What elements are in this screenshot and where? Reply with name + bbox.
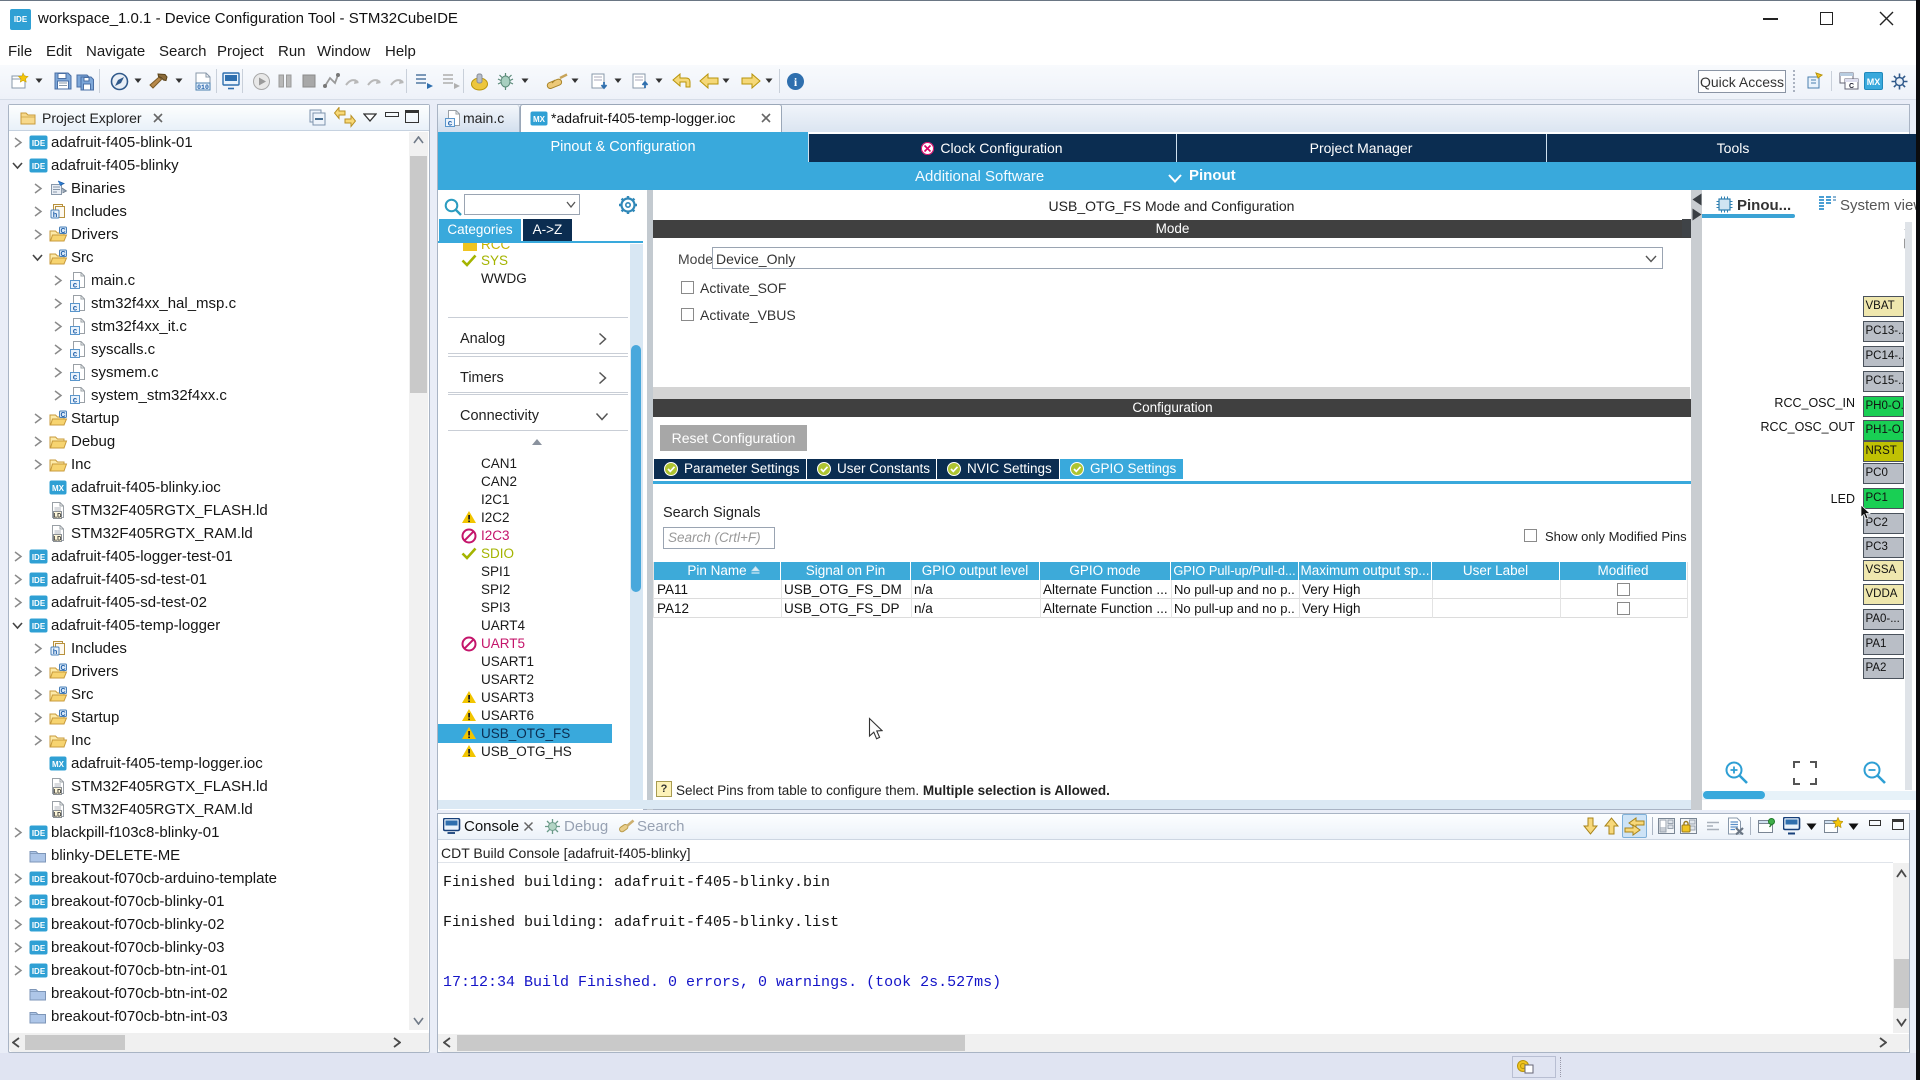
svg-text:010: 010 xyxy=(197,84,209,91)
svg-text:C: C xyxy=(1849,83,1854,90)
